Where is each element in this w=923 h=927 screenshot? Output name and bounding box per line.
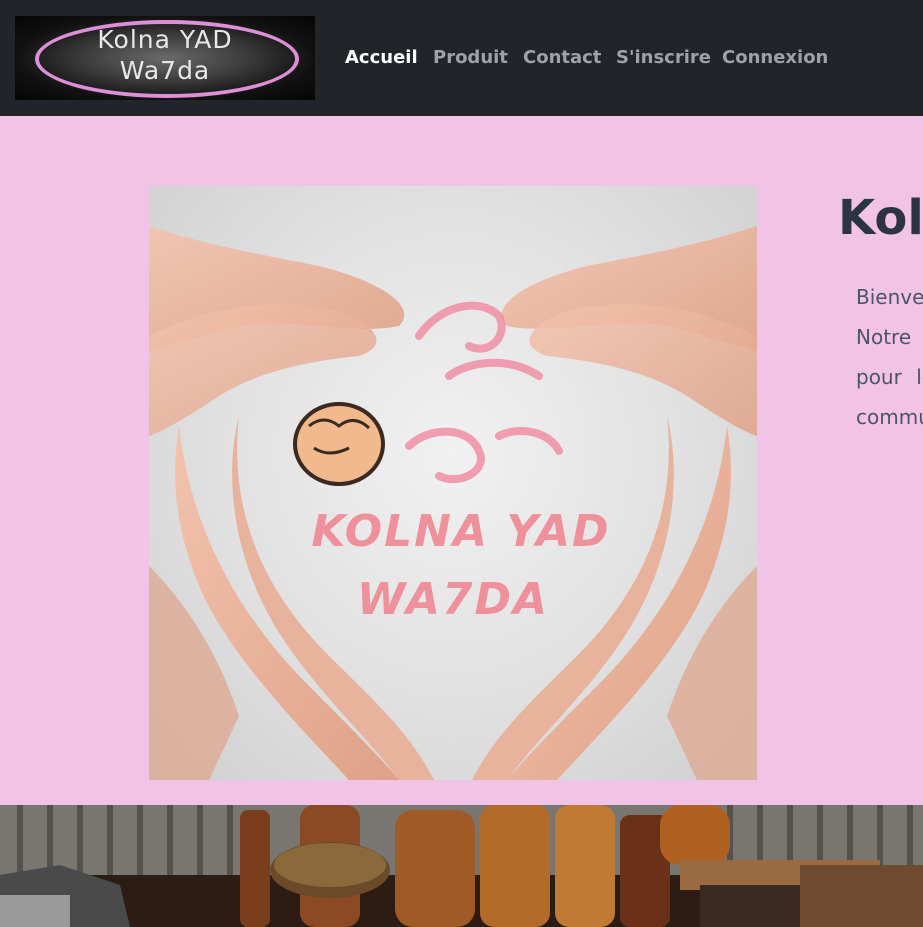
- hero-image-hands-heart: KOLNA YAD WA7DA: [149, 186, 757, 780]
- brand-logo[interactable]: Kolna YAD Wa7da: [15, 16, 315, 100]
- hero-paragraph-line-3: pour le: [856, 365, 923, 389]
- fist-icon: [293, 402, 385, 486]
- hero-paragraph-line-1: Bienven: [856, 285, 923, 309]
- nav-link-contact[interactable]: Contact: [523, 47, 601, 68]
- hero-title: Koln: [838, 190, 923, 246]
- craft-tools-illustration: [0, 805, 923, 927]
- nav-link-accueil[interactable]: Accueil: [345, 47, 418, 68]
- hero-image-text-line-2: WA7DA: [356, 574, 550, 625]
- nav-link-connexion[interactable]: Connexion: [722, 47, 828, 68]
- logo-line-2: Wa7da: [119, 56, 211, 85]
- hero-paragraph-line-2: Notre r: [856, 325, 923, 349]
- hands-heart-illustration: [149, 226, 757, 780]
- top-navbar: Kolna YAD Wa7da Accueil Produit Contact …: [0, 0, 923, 116]
- logo-line-1: Kolna YAD: [97, 25, 233, 54]
- nav-link-produit[interactable]: Produit: [433, 47, 508, 68]
- hero-image-text-line-1: KOLNA YAD: [311, 506, 611, 557]
- hero-paragraph-line-4: commu: [856, 405, 923, 429]
- craft-tools-photo: [0, 805, 923, 927]
- nav-link-sinscrire[interactable]: S'inscrire: [616, 47, 711, 68]
